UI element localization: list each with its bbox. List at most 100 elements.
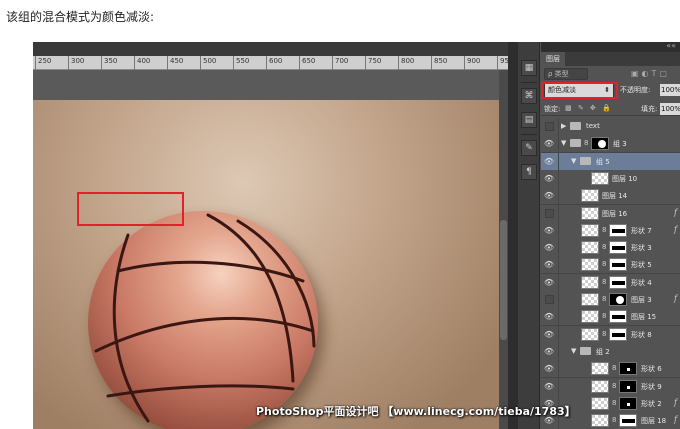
layer-row[interactable]: 图层 16 f [541, 204, 680, 223]
eye-icon[interactable]: 👁 [543, 311, 555, 322]
ruler-tick-label: 550 [236, 57, 250, 65]
layer-row[interactable]: 8 图层 3 f [541, 291, 680, 309]
fill-input[interactable]: 100% [660, 103, 680, 115]
layer-mask-thumbnail[interactable] [619, 379, 637, 393]
layer-row[interactable]: 👁 图层 14 [541, 187, 680, 206]
tool-preset-icon[interactable]: ✎ [521, 140, 537, 156]
lock-icons[interactable]: ▩ ✎ ✥ 🔒 [565, 104, 613, 112]
ruler-tick: 850 [431, 56, 447, 70]
panel-divider [508, 42, 518, 429]
ruler-tick: 300 [68, 56, 84, 70]
eye-icon[interactable]: 👁 [543, 363, 555, 374]
eye-icon[interactable]: 👁 [543, 242, 555, 253]
link-icon[interactable]: 8 [602, 295, 606, 303]
layer-row[interactable]: 👁 8 形状 3 [541, 239, 680, 258]
eye-icon[interactable]: 👁 [543, 225, 555, 236]
layer-mask-thumbnail[interactable] [591, 137, 609, 151]
triangle-down-icon[interactable]: ▼ [561, 139, 566, 147]
layer-name: 图层 15 [631, 313, 657, 322]
eye-icon[interactable]: 👁 [543, 190, 555, 201]
layer-name: 形状 5 [631, 261, 652, 270]
fx-icon[interactable]: f [674, 294, 677, 303]
scrollbar-thumb[interactable] [500, 220, 507, 340]
watermark: PhotoShop平面设计吧 【www.linecg.com/tieba/178… [256, 405, 576, 418]
fx-icon[interactable]: f [674, 225, 677, 234]
layer-mask-thumbnail[interactable] [609, 310, 627, 324]
link-icon[interactable]: 8 [602, 226, 606, 234]
panel-header: «« [541, 42, 680, 52]
fx-icon[interactable]: f [674, 415, 677, 424]
layer-row[interactable]: 👁 8 形状 5 [541, 256, 680, 275]
layer-row[interactable]: 👁 8 形状 6 [541, 360, 680, 379]
layer-row[interactable]: 👁 8 形状 8 [541, 325, 680, 344]
triangle-down-icon[interactable]: ▼ [571, 157, 576, 165]
layer-mask-thumbnail[interactable] [619, 362, 637, 376]
horizontal-ruler: 250 300 350 400 450 500 550 600 650 700 750 800 850 9… [33, 56, 513, 70]
layer-row[interactable]: 👁 8 形状 7 f [541, 221, 680, 240]
layer-mask-thumbnail[interactable] [609, 241, 627, 255]
layer-thumbnail [581, 241, 599, 255]
layer-row[interactable]: ▶ text [541, 118, 680, 136]
link-icon[interactable]: 8 [602, 260, 606, 268]
layer-mask-thumbnail[interactable] [609, 223, 627, 237]
link-icon[interactable]: 8 [612, 416, 616, 424]
fx-icon[interactable]: f [674, 398, 677, 407]
blend-mode-highlight-box [541, 82, 618, 99]
layer-row[interactable]: 👁 ▼ 组 5 [541, 152, 680, 171]
visibility-toggle[interactable] [545, 208, 554, 218]
triangle-down-icon[interactable]: ▼ [571, 347, 576, 355]
layer-mask-thumbnail[interactable] [609, 258, 627, 272]
visibility-toggle[interactable] [545, 295, 554, 304]
eye-icon[interactable]: 👁 [543, 156, 555, 167]
ruler-tick-label: 600 [269, 57, 283, 65]
adjust-icon[interactable]: ▤ [521, 112, 537, 128]
vertical-scrollbar[interactable] [499, 70, 508, 429]
eye-icon[interactable]: 👁 [543, 329, 555, 340]
collapse-icon[interactable]: «« [666, 42, 676, 50]
link-icon[interactable]: 8 [602, 278, 606, 286]
link-icon[interactable]: 8 [602, 330, 606, 338]
triangle-right-icon[interactable]: ▶ [561, 122, 566, 130]
layer-mask-thumbnail[interactable] [619, 414, 637, 428]
visibility-toggle[interactable] [545, 122, 554, 131]
fx-icon[interactable]: f [674, 208, 677, 217]
layer-row[interactable]: 👁 图层 10 [541, 169, 680, 188]
ruler-tick: 800 [398, 56, 414, 70]
eye-icon[interactable]: 👁 [543, 259, 555, 270]
ruler-tick: 350 [101, 56, 117, 70]
layer-row[interactable]: 👁 8 形状 4 [541, 273, 680, 292]
eye-icon[interactable]: 👁 [543, 346, 555, 357]
layer-row[interactable]: 👁 8 形状 9 [541, 377, 680, 396]
opacity-input[interactable]: 100% [660, 84, 680, 96]
layer-mask-thumbnail[interactable] [609, 293, 627, 306]
document-canvas[interactable] [33, 100, 499, 429]
filter-icons[interactable]: ▣◐T▢ [631, 69, 670, 78]
link-icon[interactable]: 8 [612, 364, 616, 372]
history-icon[interactable]: ▦ [521, 60, 537, 76]
link-icon[interactable]: 8 [612, 382, 616, 390]
eye-icon[interactable]: 👁 [543, 173, 555, 184]
document-tab-bar [33, 42, 508, 56]
link-icon[interactable]: 8 [612, 399, 616, 407]
eye-icon[interactable]: 👁 [543, 381, 555, 392]
blend-mode-row: 颜色减淡 ⬍ 不透明度: 100% [541, 82, 680, 100]
clone-source-icon[interactable]: ¶ [521, 164, 537, 180]
link-icon[interactable]: 8 [584, 139, 588, 147]
layer-name: 图层 16 [602, 209, 628, 218]
layer-kind-filter[interactable]: ρ 类型 [544, 68, 588, 80]
tab-layers[interactable]: 图层 [541, 52, 565, 66]
brush-preset-icon[interactable]: ⌘ [521, 88, 537, 104]
layer-mask-thumbnail[interactable] [619, 396, 637, 410]
ruler-tick: 250 [35, 56, 51, 70]
layer-row[interactable]: 👁 8 图层 15 [541, 308, 680, 327]
eye-icon[interactable]: 👁 [543, 277, 555, 288]
layer-name: 组 5 [596, 157, 610, 166]
eye-icon[interactable]: 👁 [543, 138, 555, 149]
link-icon[interactable]: 8 [602, 243, 606, 251]
layer-mask-thumbnail[interactable] [609, 327, 627, 341]
layer-row[interactable]: 👁 ▼ 8 组 3 [541, 135, 680, 154]
link-icon[interactable]: 8 [602, 312, 606, 320]
layer-name: 图层 18 [641, 417, 667, 426]
layer-mask-thumbnail[interactable] [609, 275, 627, 289]
layer-row[interactable]: 👁 ▼ 组 2 [541, 342, 680, 361]
